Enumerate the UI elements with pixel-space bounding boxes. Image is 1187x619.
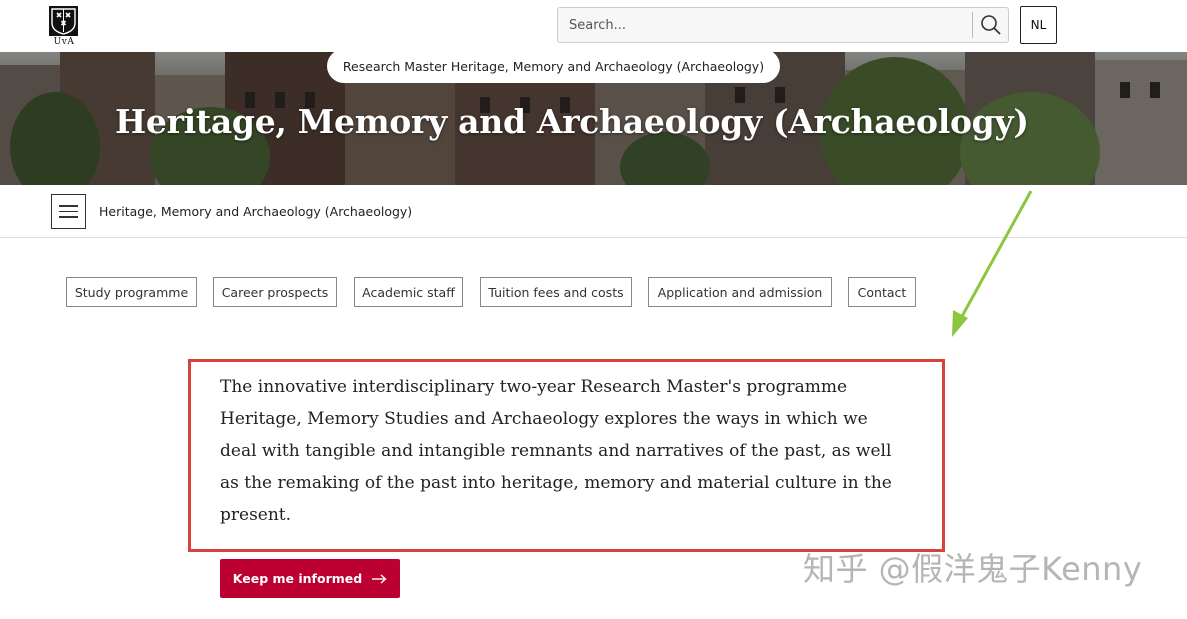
search-bar <box>557 7 1009 43</box>
hamburger-icon <box>59 210 78 213</box>
tab-contact[interactable]: Contact <box>848 277 916 307</box>
intro-paragraph: The innovative interdisciplinary two-yea… <box>220 377 892 525</box>
watermark: 知乎 @假洋鬼子Kenny <box>803 550 1143 588</box>
arrow-right-icon <box>372 573 387 584</box>
uva-logo[interactable]: UvA <box>49 6 79 47</box>
section-nav-title: Heritage, Memory and Archaeology (Archae… <box>99 204 413 219</box>
menu-button[interactable] <box>51 194 86 229</box>
language-switch-button[interactable]: NL <box>1020 6 1057 44</box>
tab-application-admission[interactable]: Application and admission <box>648 277 832 307</box>
hamburger-icon <box>59 216 78 218</box>
tab-study-programme[interactable]: Study programme <box>66 277 197 307</box>
search-button[interactable] <box>974 8 1008 42</box>
tab-academic-staff[interactable]: Academic staff <box>354 277 463 307</box>
site-header: UvA NL <box>0 0 1187 52</box>
annotation-arrow-icon <box>952 190 1033 337</box>
keep-me-informed-button[interactable]: Keep me informed <box>220 559 400 598</box>
hamburger-icon <box>59 205 78 207</box>
tab-tuition-fees[interactable]: Tuition fees and costs <box>480 277 632 307</box>
page-title: Heritage, Memory and Archaeology (Archae… <box>115 102 1029 141</box>
cta-label: Keep me informed <box>232 571 363 586</box>
uva-crest-icon <box>49 6 78 36</box>
breadcrumb[interactable]: Research Master Heritage, Memory and Arc… <box>327 49 780 83</box>
logo-text: UvA <box>53 37 75 47</box>
search-icon <box>981 15 1001 35</box>
search-divider <box>972 12 973 38</box>
tab-career-prospects[interactable]: Career prospects <box>213 277 337 307</box>
search-input[interactable] <box>558 8 972 42</box>
